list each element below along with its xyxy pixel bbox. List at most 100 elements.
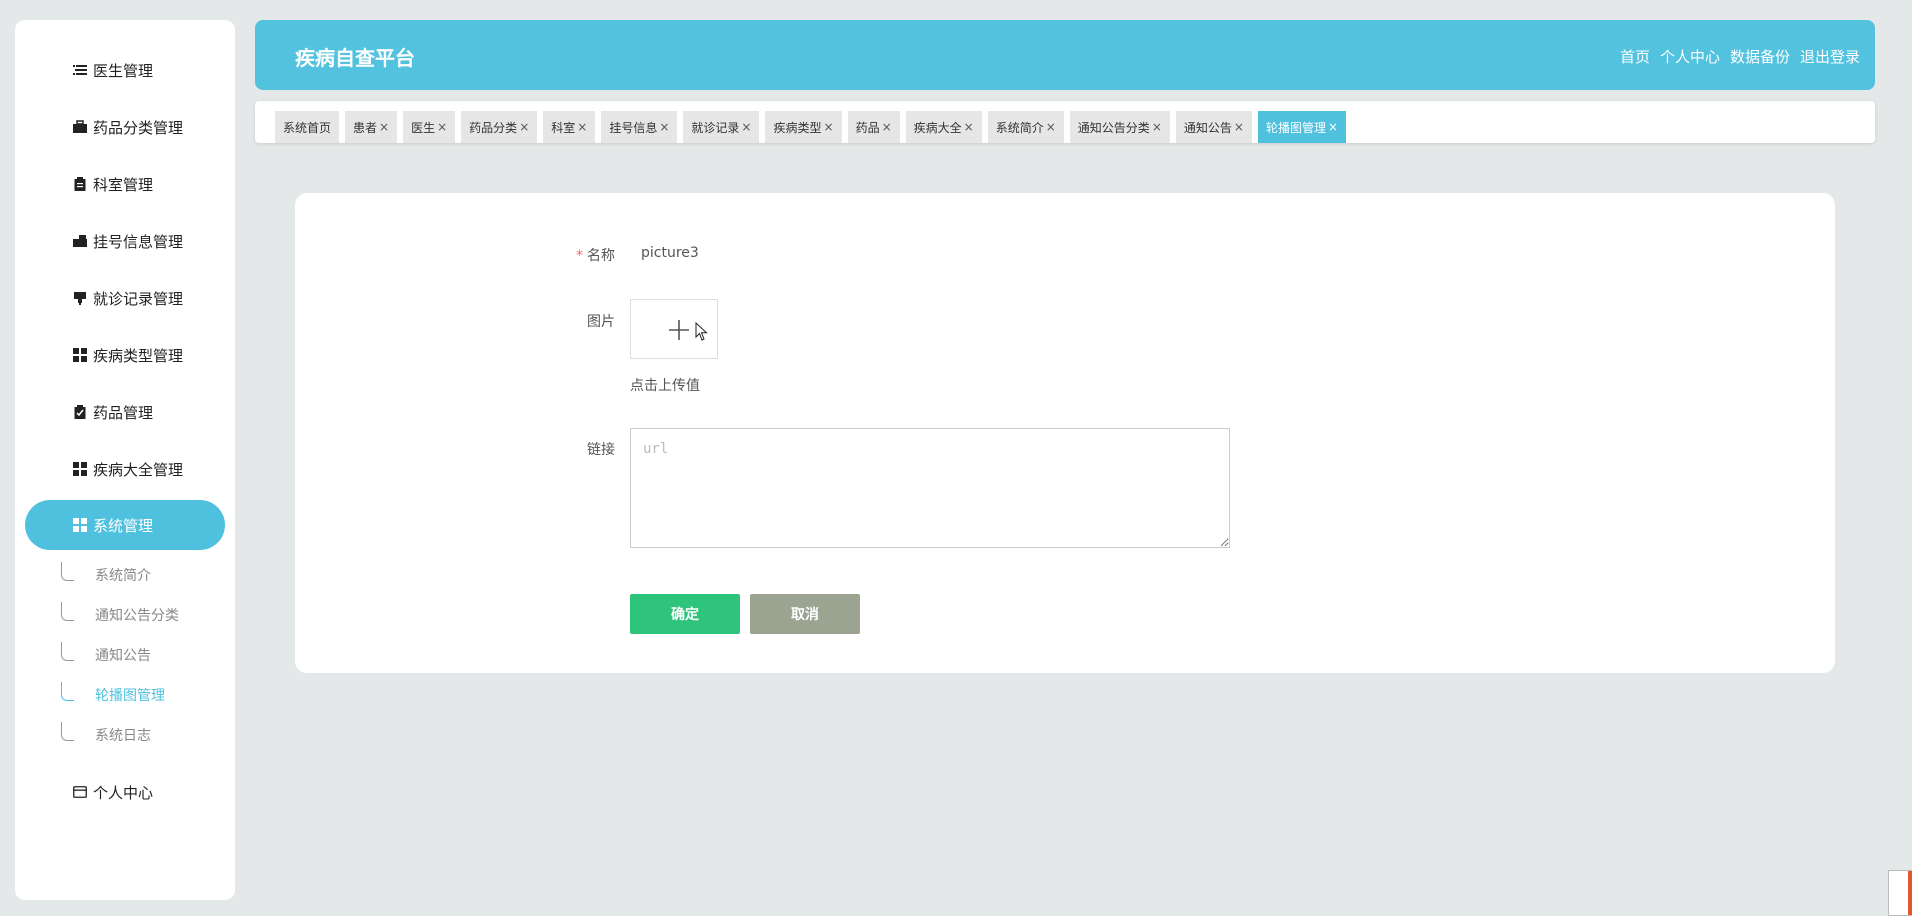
pin-icon <box>73 291 87 305</box>
confirm-button[interactable]: 确定 <box>630 594 740 634</box>
sidebar-subitem-label: 通知公告 <box>95 648 151 664</box>
tab-system-intro[interactable]: 系统简介 × <box>987 111 1064 143</box>
cancel-button[interactable]: 取消 <box>750 594 860 634</box>
card-icon <box>73 785 87 799</box>
link-textarea[interactable] <box>630 428 1230 548</box>
tab-department[interactable]: 科室 × <box>543 111 596 143</box>
required-mark: * <box>576 248 583 264</box>
sidebar-subitem-label: 通知公告分类 <box>95 608 179 624</box>
sidebar-item-disease-type[interactable]: 疾病类型管理 <box>25 330 225 380</box>
close-icon[interactable]: × <box>519 120 529 134</box>
grid-icon <box>73 518 87 532</box>
sidebar-item-visit-record[interactable]: 就诊记录管理 <box>25 273 225 323</box>
tab-label: 系统简介 <box>995 120 1044 135</box>
sidebar-item-label: 挂号信息管理 <box>93 232 184 251</box>
close-icon[interactable]: × <box>437 120 447 134</box>
tab-patient[interactable]: 患者 × <box>345 111 398 143</box>
nav-personal-center-link[interactable]: 个人中心 <box>1660 46 1720 67</box>
tab-notice-category[interactable]: 通知公告分类 × <box>1069 111 1170 143</box>
close-icon[interactable]: × <box>659 120 669 134</box>
tab-label: 通知公告 <box>1183 120 1232 135</box>
tree-branch <box>61 722 74 741</box>
mouse-cursor-icon <box>695 322 708 341</box>
close-icon[interactable]: × <box>379 120 389 134</box>
grid-icon <box>73 462 87 476</box>
sidebar: 医生管理 药品分类管理 科室管理 挂号信息管理 就诊记录管理 疾病类型管理 药品… <box>15 20 235 900</box>
link-label: 链接 <box>587 442 615 458</box>
tab-disease-type[interactable]: 疾病类型 × <box>765 111 842 143</box>
sidebar-subitem-notice[interactable]: 通知公告 <box>45 640 195 670</box>
tab-list: 系统首页 患者 × 医生 × 药品分类 × 科室 × 挂号信息 × 就诊记录 × 疾病类型 ×… <box>275 111 1347 143</box>
tab-label: 疾病类型 <box>773 120 822 135</box>
tree-branch <box>61 602 74 621</box>
corner-widget-strip <box>1908 871 1912 915</box>
image-label: 图片 <box>587 314 615 330</box>
tab-label: 药品分类 <box>469 120 518 135</box>
sidebar-item-label: 就诊记录管理 <box>93 289 184 308</box>
close-icon[interactable]: × <box>824 120 834 134</box>
sidebar-item-personal-center[interactable]: 个人中心 <box>25 767 225 817</box>
tab-label: 系统首页 <box>283 120 332 135</box>
sidebar-subitem-label: 系统简介 <box>95 568 151 584</box>
tab-label: 科室 <box>551 120 576 135</box>
sidebar-subitem-system-log[interactable]: 系统日志 <box>45 720 195 750</box>
sidebar-subitem-label: 系统日志 <box>95 728 151 744</box>
tab-system-home[interactable]: 系统首页 <box>275 111 340 143</box>
corner-widget[interactable] <box>1888 870 1912 916</box>
sidebar-item-doctor[interactable]: 医生管理 <box>25 45 225 95</box>
tab-label: 疾病大全 <box>913 120 962 135</box>
sidebar-subitem-carousel[interactable]: 轮播图管理 <box>45 680 195 710</box>
tree-branch <box>61 682 74 701</box>
close-icon[interactable]: × <box>1234 120 1244 134</box>
close-icon[interactable]: × <box>1152 120 1162 134</box>
sidebar-item-department[interactable]: 科室管理 <box>25 159 225 209</box>
top-header: 疾病自查平台 首页 个人中心 数据备份 退出登录 <box>255 20 1875 90</box>
sidebar-item-label: 药品分类管理 <box>93 118 184 137</box>
sidebar-subitem-system-intro[interactable]: 系统简介 <box>45 560 195 590</box>
sidebar-item-label: 个人中心 <box>93 783 154 802</box>
sidebar-item-label: 药品管理 <box>93 403 154 422</box>
sidebar-subitem-notice-category[interactable]: 通知公告分类 <box>45 600 195 630</box>
sidebar-item-drug[interactable]: 药品管理 <box>25 387 225 437</box>
plus-icon <box>669 320 689 340</box>
nav-logout-link[interactable]: 退出登录 <box>1800 46 1860 67</box>
tab-registration[interactable]: 挂号信息 × <box>601 111 678 143</box>
grid-icon <box>73 348 87 362</box>
close-icon[interactable]: × <box>882 120 892 134</box>
tab-label: 轮播图管理 <box>1265 120 1326 135</box>
tab-drug-category[interactable]: 药品分类 × <box>461 111 538 143</box>
tab-doctor[interactable]: 医生 × <box>403 111 456 143</box>
sidebar-item-system[interactable]: 系统管理 <box>25 500 225 550</box>
tab-label: 患者 <box>353 120 378 135</box>
tab-disease-encyclopedia[interactable]: 疾病大全 × <box>905 111 982 143</box>
sidebar-item-disease-encyclopedia[interactable]: 疾病大全管理 <box>25 444 225 494</box>
nav-home-link[interactable]: 首页 <box>1620 46 1650 67</box>
close-icon[interactable]: × <box>1328 120 1338 134</box>
sidebar-item-label: 医生管理 <box>93 61 154 80</box>
sidebar-item-drug-category[interactable]: 药品分类管理 <box>25 102 225 152</box>
tab-label: 医生 <box>411 120 436 135</box>
tab-drug[interactable]: 药品 × <box>847 111 900 143</box>
upload-hint: 点击上传值 <box>630 378 700 394</box>
tab-notice[interactable]: 通知公告 × <box>1175 111 1252 143</box>
tab-bar: 系统首页 患者 × 医生 × 药品分类 × 科室 × 挂号信息 × 就诊记录 × 疾病类型 ×… <box>255 101 1875 143</box>
tree-branch <box>61 642 74 661</box>
form-card: *名称 picture3 图片 点击上传值 链接 确定 取消 <box>295 193 1835 673</box>
list-icon <box>73 63 87 77</box>
name-label-text: 名称 <box>587 248 615 264</box>
nav-data-backup-link[interactable]: 数据备份 <box>1730 46 1790 67</box>
close-icon[interactable]: × <box>577 120 587 134</box>
sidebar-item-registration[interactable]: 挂号信息管理 <box>25 216 225 266</box>
close-icon[interactable]: × <box>964 120 974 134</box>
close-icon[interactable]: × <box>1046 120 1056 134</box>
tree-branch <box>61 562 74 581</box>
sidebar-item-label: 系统管理 <box>93 516 154 535</box>
tab-carousel[interactable]: 轮播图管理 × <box>1257 111 1347 143</box>
sidebar-item-label: 疾病类型管理 <box>93 346 184 365</box>
close-icon[interactable]: × <box>741 120 751 134</box>
tab-visit-record[interactable]: 就诊记录 × <box>683 111 760 143</box>
sidebar-subitem-label: 轮播图管理 <box>95 688 165 704</box>
ticket-icon <box>73 234 87 248</box>
clipboard-icon <box>73 177 87 191</box>
name-field[interactable]: picture3 <box>641 245 699 261</box>
